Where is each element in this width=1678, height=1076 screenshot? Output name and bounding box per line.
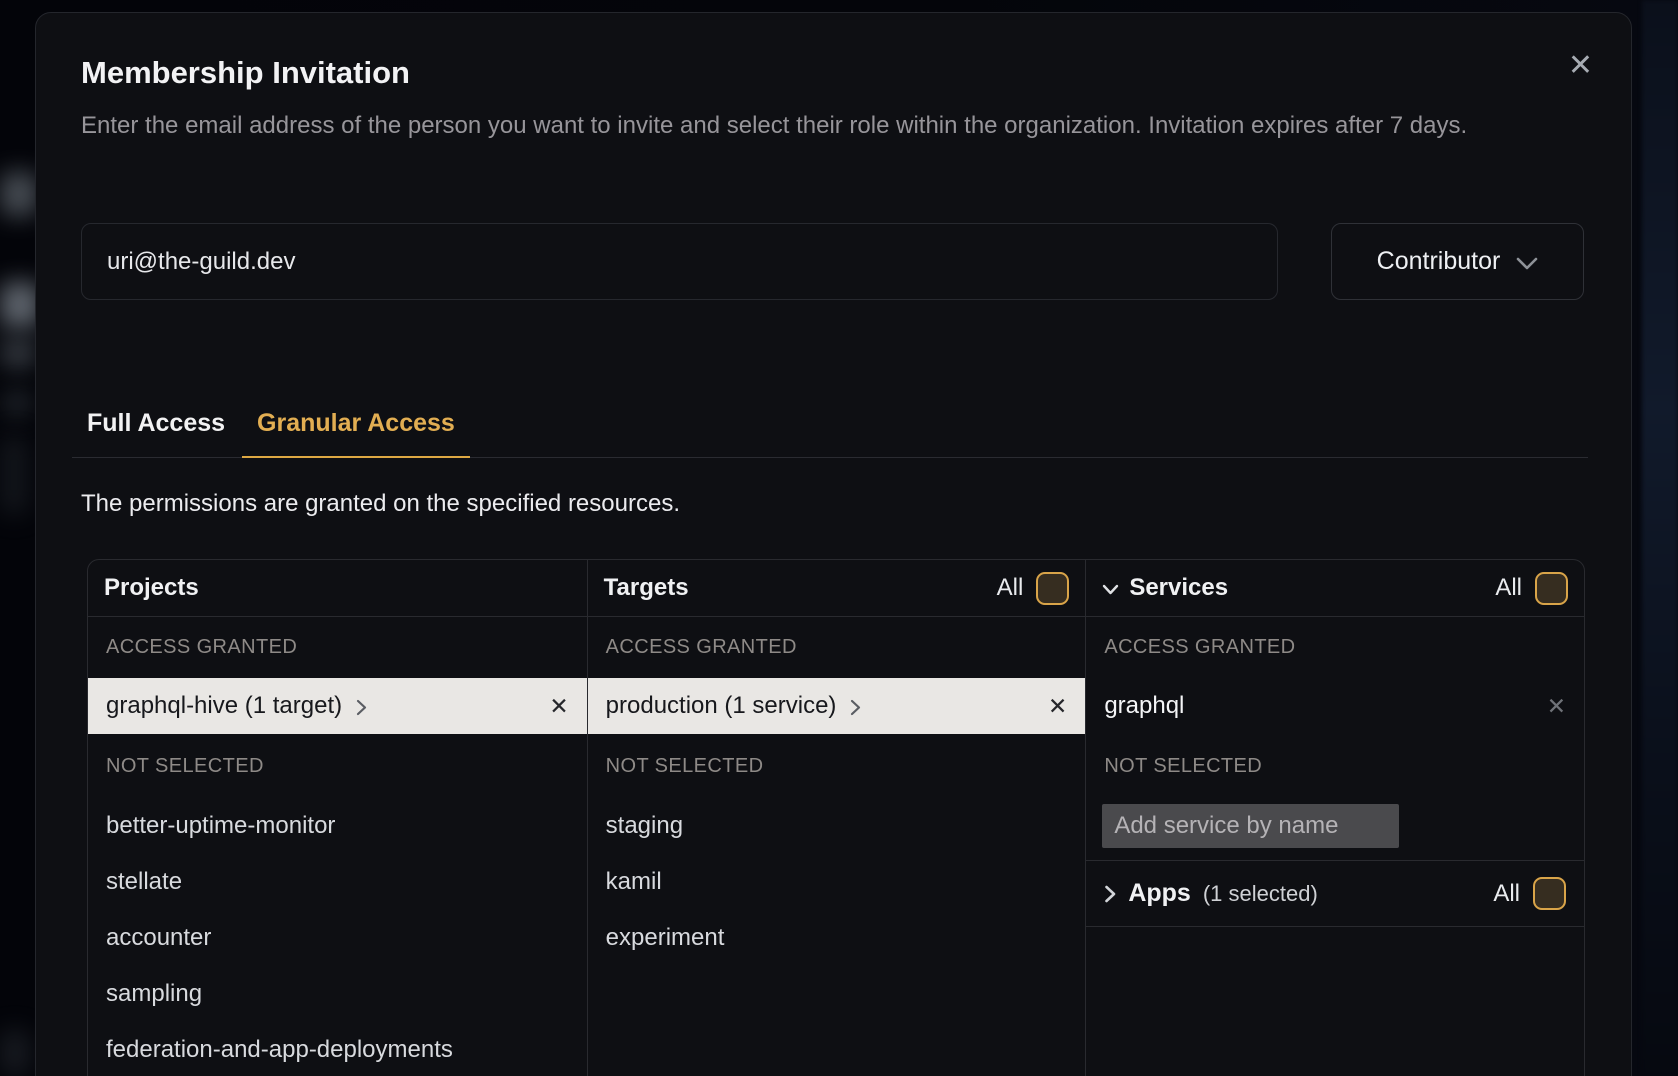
project-granted-row[interactable]: graphql-hive (1 target) ✕	[88, 678, 587, 734]
apps-header-label: Apps	[1128, 879, 1191, 908]
target-granted-row[interactable]: production (1 service) ✕	[588, 678, 1086, 734]
projects-header: Projects	[88, 560, 587, 617]
apps-selected-count: (1 selected)	[1203, 881, 1318, 907]
chevron-right-icon	[1104, 885, 1116, 903]
targets-access-granted-label: ACCESS GRANTED	[588, 617, 1086, 678]
backdrop-blur-5	[0, 435, 28, 515]
services-collapse-toggle[interactable]: Services	[1102, 574, 1228, 602]
close-icon[interactable]: ✕	[1568, 51, 1593, 81]
backdrop-blur-2	[0, 282, 40, 328]
project-item[interactable]: stellate	[88, 854, 587, 910]
service-granted-name: graphql	[1104, 692, 1184, 720]
targets-all-checkbox[interactable]	[1036, 572, 1069, 605]
apps-all-label: All	[1493, 880, 1520, 908]
services-column: Services All ACCESS GRANTED graphql ✕ NO…	[1085, 560, 1584, 1076]
targets-not-selected-label: NOT SELECTED	[588, 734, 1086, 798]
tab-granular-access[interactable]: Granular Access	[242, 397, 470, 458]
apps-all-checkbox[interactable]	[1533, 877, 1566, 910]
projects-access-granted-label: ACCESS GRANTED	[88, 617, 587, 678]
screen: ✕ Membership Invitation Enter the email …	[0, 0, 1678, 1076]
membership-invitation-dialog: ✕ Membership Invitation Enter the email …	[35, 12, 1632, 1076]
remove-project-icon[interactable]: ✕	[549, 693, 568, 720]
project-item[interactable]: better-uptime-monitor	[88, 798, 587, 854]
role-select-value: Contributor	[1377, 247, 1501, 276]
email-input[interactable]	[81, 223, 1278, 300]
remove-service-icon[interactable]: ✕	[1547, 693, 1566, 720]
service-granted-row: graphql ✕	[1086, 678, 1584, 734]
services-header: Services All	[1086, 560, 1584, 617]
projects-not-selected-label: NOT SELECTED	[88, 734, 587, 798]
services-not-selected-label: NOT SELECTED	[1086, 734, 1584, 798]
services-all-checkbox[interactable]	[1535, 572, 1568, 605]
services-header-label: Services	[1129, 574, 1228, 602]
targets-header: Targets All	[588, 560, 1086, 617]
target-item[interactable]: staging	[588, 798, 1086, 854]
project-granted-name: graphql-hive (1 target)	[106, 692, 342, 720]
targets-all-label: All	[997, 574, 1024, 602]
target-item[interactable]: kamil	[588, 854, 1086, 910]
target-item[interactable]: experiment	[588, 910, 1086, 966]
project-item[interactable]: accounter	[88, 910, 587, 966]
remove-target-icon[interactable]: ✕	[1048, 693, 1067, 720]
chevron-right-icon	[850, 699, 861, 716]
backdrop-blur-3	[0, 338, 36, 368]
access-tabs: Full Access Granular Access	[72, 397, 1588, 458]
backdrop-blur-6	[0, 1030, 30, 1076]
services-access-granted-label: ACCESS GRANTED	[1086, 617, 1584, 678]
chevron-down-icon	[1516, 257, 1538, 270]
chevron-right-icon	[356, 699, 367, 716]
project-item[interactable]: sampling	[88, 966, 587, 1022]
targets-header-label: Targets	[604, 574, 689, 602]
add-service-row	[1086, 798, 1584, 860]
add-service-input[interactable]	[1102, 804, 1399, 848]
services-all-label: All	[1495, 574, 1522, 602]
backdrop-glow	[1642, 0, 1678, 1076]
target-granted-name: production (1 service)	[606, 692, 837, 720]
tab-full-access[interactable]: Full Access	[72, 397, 240, 457]
role-select[interactable]: Contributor	[1331, 223, 1584, 300]
targets-column: Targets All ACCESS GRANTED production (1…	[587, 560, 1086, 1076]
project-item[interactable]: federation-and-app-deployments	[88, 1022, 587, 1076]
backdrop-blur-1	[0, 172, 38, 216]
dialog-description: Enter the email address of the person yo…	[81, 107, 1561, 144]
backdrop-blur-4	[2, 390, 32, 416]
projects-column: Projects ACCESS GRANTED graphql-hive (1 …	[88, 560, 587, 1076]
projects-header-label: Projects	[104, 574, 199, 602]
resources-table: Projects ACCESS GRANTED graphql-hive (1 …	[87, 559, 1585, 1076]
chevron-down-icon	[1102, 584, 1119, 595]
dialog-title: Membership Invitation	[81, 55, 410, 91]
apps-collapse-toggle[interactable]: Apps (1 selected) All	[1086, 860, 1584, 927]
permissions-note: The permissions are granted on the speci…	[81, 490, 680, 518]
